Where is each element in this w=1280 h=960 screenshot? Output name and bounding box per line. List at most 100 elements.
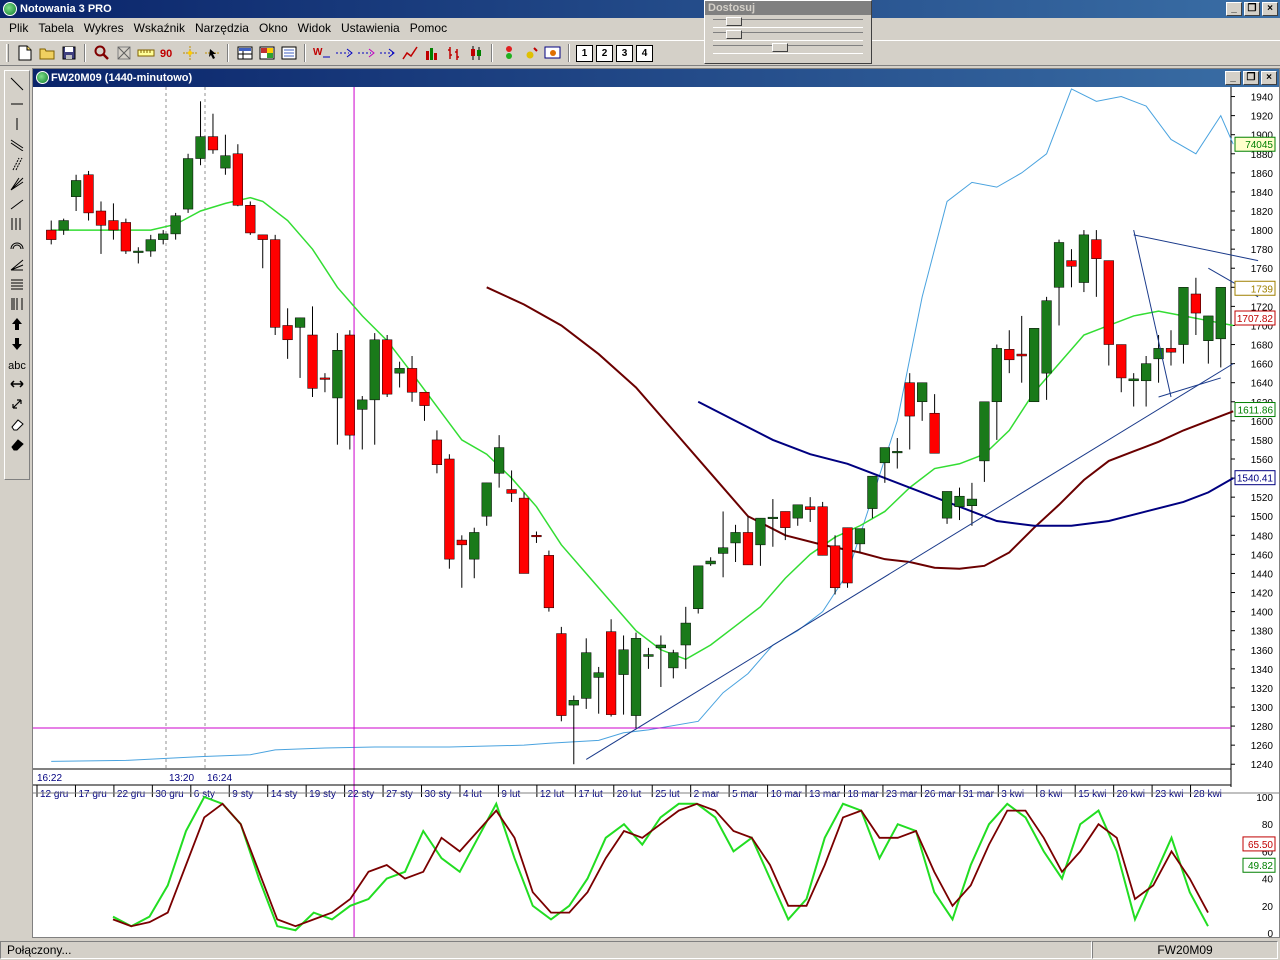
slider-thumb[interactable]	[771, 43, 788, 52]
adjust-panel-title[interactable]: Dostosuj	[705, 1, 871, 15]
toolbar-grip[interactable]	[6, 44, 9, 62]
adjust-slider-3[interactable]	[713, 43, 863, 54]
horizontal-line-tool-icon[interactable]	[6, 97, 28, 116]
candle-body	[1128, 378, 1139, 382]
svg-text:W: W	[313, 47, 323, 58]
trend-line-tool-icon[interactable]	[6, 197, 28, 216]
layout-4-button[interactable]: 4	[636, 44, 653, 62]
speed-lines-tool-icon[interactable]	[6, 257, 28, 276]
parallel-lines-tool-icon[interactable]	[6, 157, 28, 176]
restore-button[interactable]: ❐	[1244, 2, 1260, 16]
price-tag: 1739	[1251, 284, 1274, 295]
zoom-icon[interactable]	[92, 44, 111, 63]
grid-view-icon[interactable]	[257, 44, 276, 63]
menu-narzedzia[interactable]: Narzędzia	[190, 21, 254, 35]
table-view-icon[interactable]	[235, 44, 254, 63]
candle-body	[1215, 287, 1226, 340]
traffic-light-icon[interactable]	[499, 44, 518, 63]
toolbar-separator	[84, 44, 86, 62]
new-file-icon[interactable]	[15, 44, 34, 63]
stoch-tick-label: 80	[1262, 820, 1274, 831]
arrow-right-double-icon[interactable]	[378, 44, 397, 63]
crosshair-icon[interactable]	[114, 44, 133, 63]
vertical-line-tool-icon[interactable]	[6, 117, 28, 136]
candle-body	[494, 447, 505, 474]
candle-body	[357, 399, 368, 410]
line-chart-icon[interactable]	[400, 44, 419, 63]
adjust-slider-2[interactable]	[713, 30, 863, 41]
candle-body	[618, 649, 629, 675]
candle-body	[382, 339, 393, 395]
erase-all-tool-icon[interactable]	[6, 437, 28, 456]
cycle-lines-tool-icon[interactable]	[6, 217, 28, 236]
ruler-icon[interactable]	[136, 44, 155, 63]
candle-body	[1016, 353, 1027, 357]
open-folder-icon[interactable]	[37, 44, 56, 63]
date-label: 17 lut	[578, 789, 603, 800]
fibonacci-tool-icon[interactable]	[6, 277, 28, 296]
arrow-right-icon[interactable]	[356, 44, 375, 63]
price-tick-label: 1320	[1251, 684, 1274, 695]
fan-tool-icon[interactable]	[6, 177, 28, 196]
menu-tabela[interactable]: Tabela	[33, 21, 78, 35]
candle-chart-icon[interactable]	[466, 44, 485, 63]
chart-window-controls: _ ❐ ×	[1225, 71, 1277, 85]
signal-icon[interactable]	[521, 44, 540, 63]
minimize-button[interactable]: _	[1226, 2, 1242, 16]
adjust-panel: Dostosuj	[704, 0, 872, 64]
menu-widok[interactable]: Widok	[293, 21, 336, 35]
chart-minimize-button[interactable]: _	[1225, 71, 1241, 85]
candle-body	[979, 401, 990, 462]
candle-body	[46, 229, 57, 240]
price-chart[interactable]: 1240 1260 1280 1300 1320 1340 1360 1380 1400 1420…	[33, 87, 1279, 937]
pointer-icon[interactable]	[202, 44, 221, 63]
channel-tool-icon[interactable]	[6, 137, 28, 156]
bar-chart-icon[interactable]	[422, 44, 441, 63]
candle-body	[668, 652, 679, 669]
connection-status: Połączony...	[0, 941, 1092, 959]
diagonal-line-tool-icon[interactable]	[6, 77, 28, 96]
eraser-tool-icon[interactable]	[6, 417, 28, 436]
layout-2-button[interactable]: 2	[596, 44, 613, 62]
candle-body	[406, 368, 418, 393]
arrow-up-tool-icon[interactable]	[6, 317, 28, 336]
candle-body	[419, 391, 430, 406]
close-button[interactable]: ×	[1262, 2, 1278, 16]
price-tick-label: 1240	[1251, 760, 1274, 771]
cursor-cross-icon[interactable]	[180, 44, 199, 63]
candle-body	[369, 339, 380, 401]
layout-1-button[interactable]: 1	[576, 44, 593, 62]
chart-close-button[interactable]: ×	[1261, 71, 1277, 85]
menu-okno[interactable]: Okno	[254, 21, 293, 35]
arrow-right-dashed-icon[interactable]	[334, 44, 353, 63]
menu-wskaznik[interactable]: Wskaźnik	[129, 21, 190, 35]
menu-pomoc[interactable]: Pomoc	[405, 21, 452, 35]
candle-body	[481, 482, 492, 517]
date-label: 30 gru	[155, 789, 183, 800]
ohlc-chart-icon[interactable]	[444, 44, 463, 63]
move-horizontal-tool-icon[interactable]	[6, 377, 28, 396]
alert-image-icon[interactable]	[543, 44, 562, 63]
candle-body	[444, 458, 455, 560]
candle-body	[531, 535, 542, 538]
menu-ustawienia[interactable]: Ustawienia	[336, 21, 405, 35]
save-icon[interactable]	[59, 44, 78, 63]
chart-restore-button[interactable]: ❐	[1243, 71, 1259, 85]
menu-plik[interactable]: Plik	[4, 21, 33, 35]
arc-tool-icon[interactable]	[6, 237, 28, 256]
layout-3-button[interactable]: 3	[616, 44, 633, 62]
arrow-down-tool-icon[interactable]	[6, 337, 28, 356]
move-diagonal-tool-icon[interactable]	[6, 397, 28, 416]
text-tool[interactable]: abc	[6, 357, 28, 376]
adjust-slider-1[interactable]	[713, 17, 863, 28]
candle-body	[1091, 239, 1102, 259]
menu-wykres[interactable]: Wykres	[79, 21, 129, 35]
angle-icon[interactable]: 90	[158, 44, 177, 63]
slider-thumb[interactable]	[726, 30, 742, 39]
list-view-icon[interactable]	[279, 44, 298, 63]
williams-indicator-icon[interactable]: W	[312, 44, 331, 63]
price-tag: 1707.82	[1237, 314, 1274, 325]
chart-window-titlebar[interactable]: FW20M09 (1440-minutowo) _ ❐ ×	[33, 69, 1279, 87]
slider-thumb[interactable]	[726, 17, 742, 26]
fibonacci-time-tool-icon[interactable]	[6, 297, 28, 316]
